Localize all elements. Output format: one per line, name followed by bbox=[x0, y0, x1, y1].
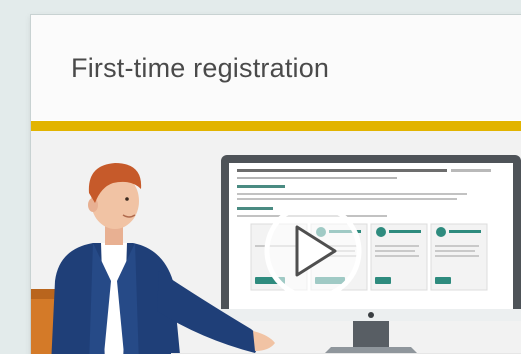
accent-divider bbox=[31, 121, 521, 131]
page-background: First-time registration bbox=[0, 0, 521, 354]
video-card[interactable]: First-time registration bbox=[30, 14, 521, 354]
play-button[interactable] bbox=[264, 202, 362, 300]
video-thumbnail[interactable] bbox=[31, 131, 521, 354]
thumbnail-illustration bbox=[31, 131, 521, 354]
card-title: First-time registration bbox=[71, 53, 330, 83]
card-header: First-time registration bbox=[31, 15, 521, 120]
